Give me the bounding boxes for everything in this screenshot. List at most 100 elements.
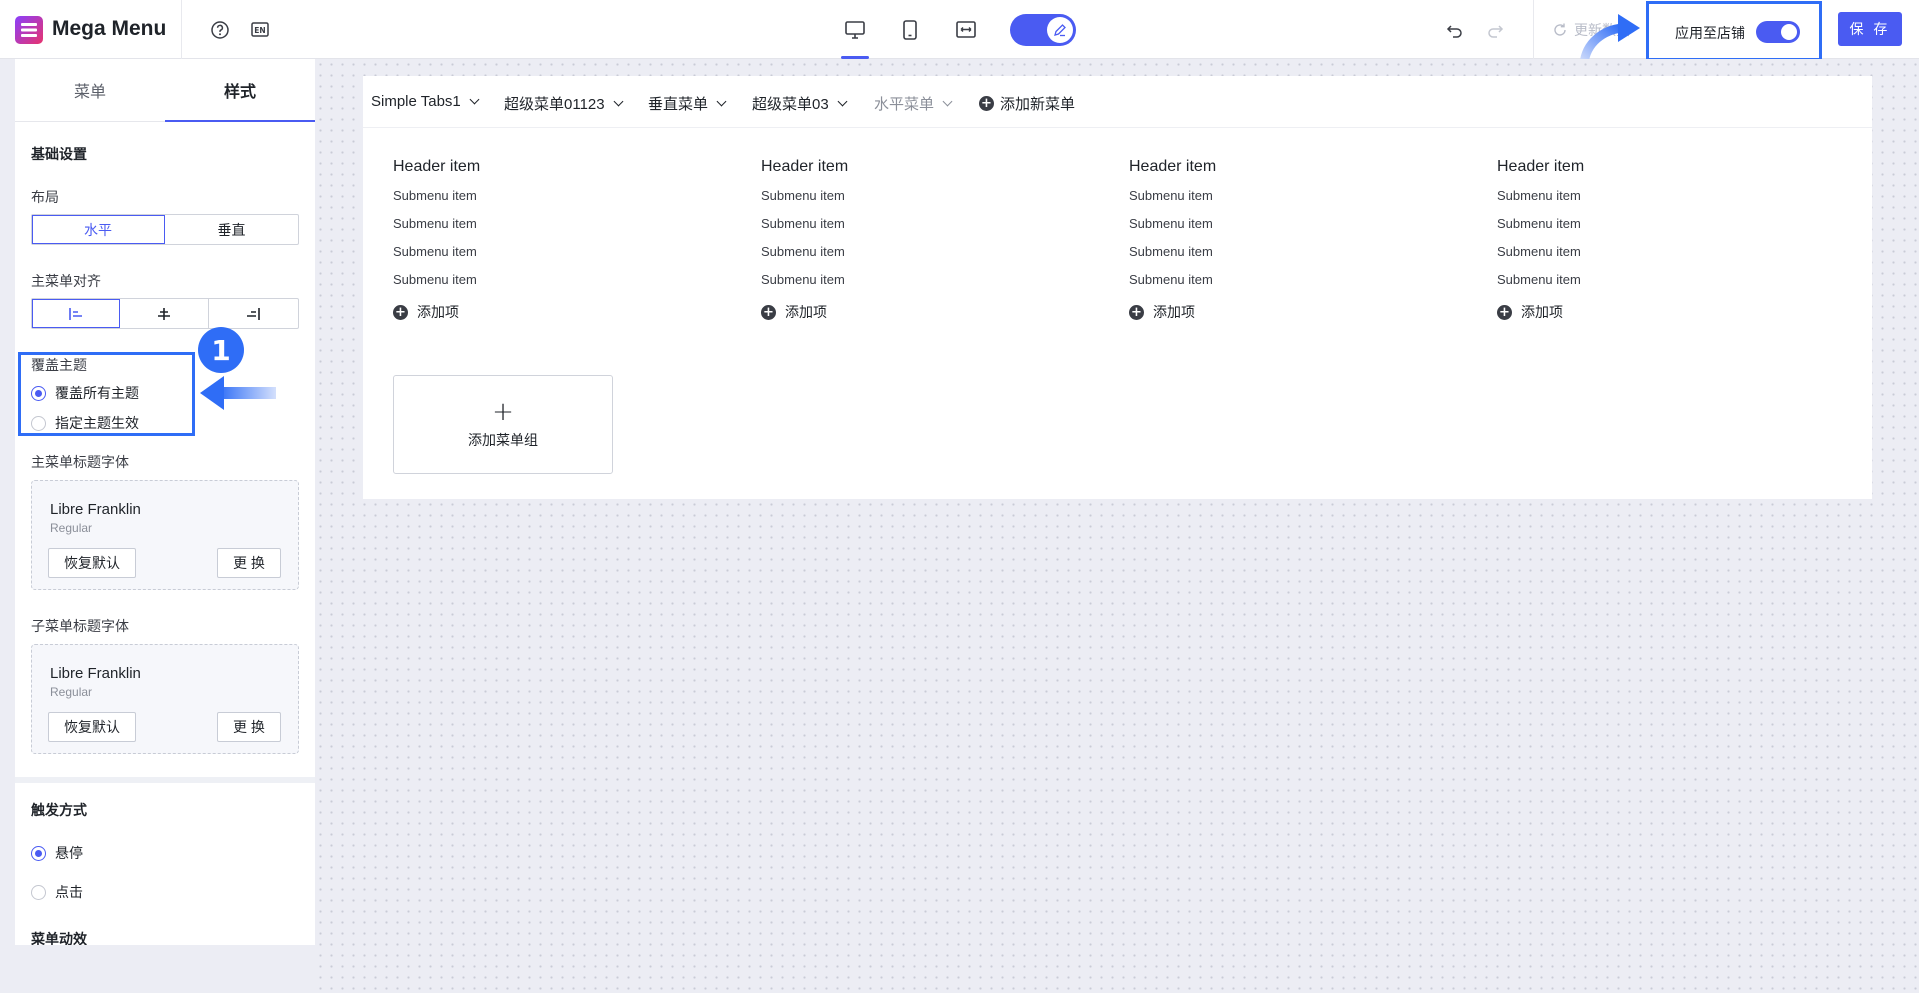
align-center-icon [158,307,171,320]
chevron-down-icon [469,94,480,105]
menu-tab-super-menu-01123[interactable]: 超级菜单01123 [504,93,624,114]
add-item-button[interactable]: + 添加项 [761,302,1061,322]
override-theme-highlight [18,352,195,436]
layout-label: 布局 [31,189,59,205]
edit-mode-toggle[interactable] [1010,14,1076,46]
section-title-trigger: 触发方式 [31,802,87,818]
app-logo-icon [15,16,43,44]
section-title-animation: 菜单动效 [31,931,87,945]
submenu-item[interactable]: Submenu item [761,244,1061,260]
pencil-icon [1047,17,1073,43]
refresh-icon [1554,23,1566,36]
submenu-item[interactable]: Submenu item [1497,216,1797,232]
header-item[interactable]: Header item [1497,158,1797,176]
add-menu-group-label: 添加菜单组 [468,431,538,448]
plus-icon: + [492,396,514,427]
full-width-view-tab[interactable] [946,0,986,59]
tab-menu[interactable]: 菜单 [15,59,165,121]
align-right-icon [247,307,261,320]
annotation-badge-1: 1 [198,327,244,373]
font-style: Regular [50,685,93,699]
layout-horizontal-option[interactable]: 水平 [32,215,165,244]
divider [1533,0,1534,59]
add-circle-icon: + [393,304,408,320]
add-item-button[interactable]: + 添加项 [1497,302,1797,322]
submenu-item[interactable]: Submenu item [1497,272,1797,288]
header-item[interactable]: Header item [761,158,1061,176]
redo-icon[interactable] [1483,18,1507,42]
add-menu-group-button[interactable]: + 添加菜单组 [393,375,613,474]
divider [181,0,182,59]
align-center-option[interactable] [120,299,209,328]
add-circle-icon: + [1129,304,1144,320]
menu-tab-bar: Simple Tabs1 超级菜单01123 垂直菜单 超级菜单03 水平菜单 … [363,76,1872,128]
align-segmented-control [31,298,299,329]
submenu-font-card: Libre Franklin Regular 恢复默认 更 换 [31,644,299,754]
submenu-font-label: 子菜单标题字体 [31,618,129,634]
header-item[interactable]: Header item [393,158,693,176]
layout-vertical-option[interactable]: 垂直 [165,215,298,244]
align-left-option[interactable] [32,299,121,328]
reset-default-button[interactable]: 恢复默认 [48,712,136,742]
chevron-down-icon [613,96,624,107]
main-menu-font-card: Libre Franklin Regular 恢复默认 更 换 [31,480,299,590]
submenu-item[interactable]: Submenu item [1129,244,1429,260]
menu-column: Header item Submenu item Submenu item Su… [393,158,693,322]
mega-menu-preview: Simple Tabs1 超级菜单01123 垂直菜单 超级菜单03 水平菜单 … [363,76,1872,499]
submenu-item[interactable]: Submenu item [761,188,1061,204]
apply-to-store-toggle[interactable] [1756,21,1800,43]
font-name: Libre Franklin [50,665,141,682]
left-settings-panel: 菜单 样式 基础设置 布局 水平 垂直 主菜单对齐 覆盖主题 覆盖所有主题 指定… [15,59,315,945]
desktop-view-tab[interactable] [835,0,875,59]
menu-column: Header item Submenu item Submenu item Su… [1129,158,1429,322]
change-font-button[interactable]: 更 换 [217,712,281,742]
add-new-menu-button[interactable]: + 添加新菜单 [979,93,1075,114]
submenu-item[interactable]: Submenu item [1129,272,1429,288]
undo-icon[interactable] [1443,18,1467,42]
submenu-item[interactable]: Submenu item [393,244,693,260]
trigger-hover-radio[interactable]: 悬停 [31,843,83,863]
add-item-button[interactable]: + 添加项 [393,302,693,322]
header-item[interactable]: Header item [1129,158,1429,176]
add-circle-icon: + [1497,304,1512,320]
desktop-icon [845,20,865,39]
tablet-view-tab[interactable] [890,0,930,59]
font-name: Libre Franklin [50,501,141,518]
add-item-button[interactable]: + 添加项 [1129,302,1429,322]
submenu-item[interactable]: Submenu item [1129,216,1429,232]
tab-style[interactable]: 样式 [165,59,315,122]
chevron-down-icon [837,96,848,107]
submenu-item[interactable]: Submenu item [761,216,1061,232]
language-icon[interactable]: EN [248,18,272,42]
app-title: Mega Menu [52,17,167,40]
apply-to-store-label: 应用至店铺 [1675,25,1745,41]
submenu-item[interactable]: Submenu item [393,272,693,288]
submenu-item[interactable]: Submenu item [1497,188,1797,204]
svg-text:EN: EN [254,26,265,35]
add-circle-icon: + [979,96,994,111]
submenu-item[interactable]: Submenu item [761,272,1061,288]
submenu-item[interactable]: Submenu item [393,188,693,204]
menu-tab-horizontal-menu[interactable]: 水平菜单 [874,93,953,114]
trigger-click-radio[interactable]: 点击 [31,882,83,902]
panel-tab-bar: 菜单 样式 [15,59,315,122]
menu-tab-super-menu-03[interactable]: 超级菜单03 [752,93,848,114]
chevron-down-icon [716,96,727,107]
expand-width-icon [956,20,976,38]
main-menu-align-label: 主菜单对齐 [31,273,101,289]
submenu-item[interactable]: Submenu item [1497,244,1797,260]
top-bar: Mega Menu EN 更新数据 应用至店铺 保 存 [0,0,1919,68]
reset-default-button[interactable]: 恢复默认 [48,548,136,578]
add-circle-icon: + [761,304,776,320]
change-font-button[interactable]: 更 换 [217,548,281,578]
align-right-option[interactable] [209,299,298,328]
tablet-icon [903,19,917,40]
menu-tab-vertical-menu[interactable]: 垂直菜单 [648,93,727,114]
help-icon[interactable] [208,18,232,42]
submenu-item[interactable]: Submenu item [1129,188,1429,204]
menu-tab-simple-tabs1[interactable]: Simple Tabs1 [371,93,480,110]
save-button[interactable]: 保 存 [1838,12,1902,46]
menu-column: Header item Submenu item Submenu item Su… [1497,158,1797,322]
annotation-arrow-icon [200,376,276,410]
submenu-item[interactable]: Submenu item [393,216,693,232]
